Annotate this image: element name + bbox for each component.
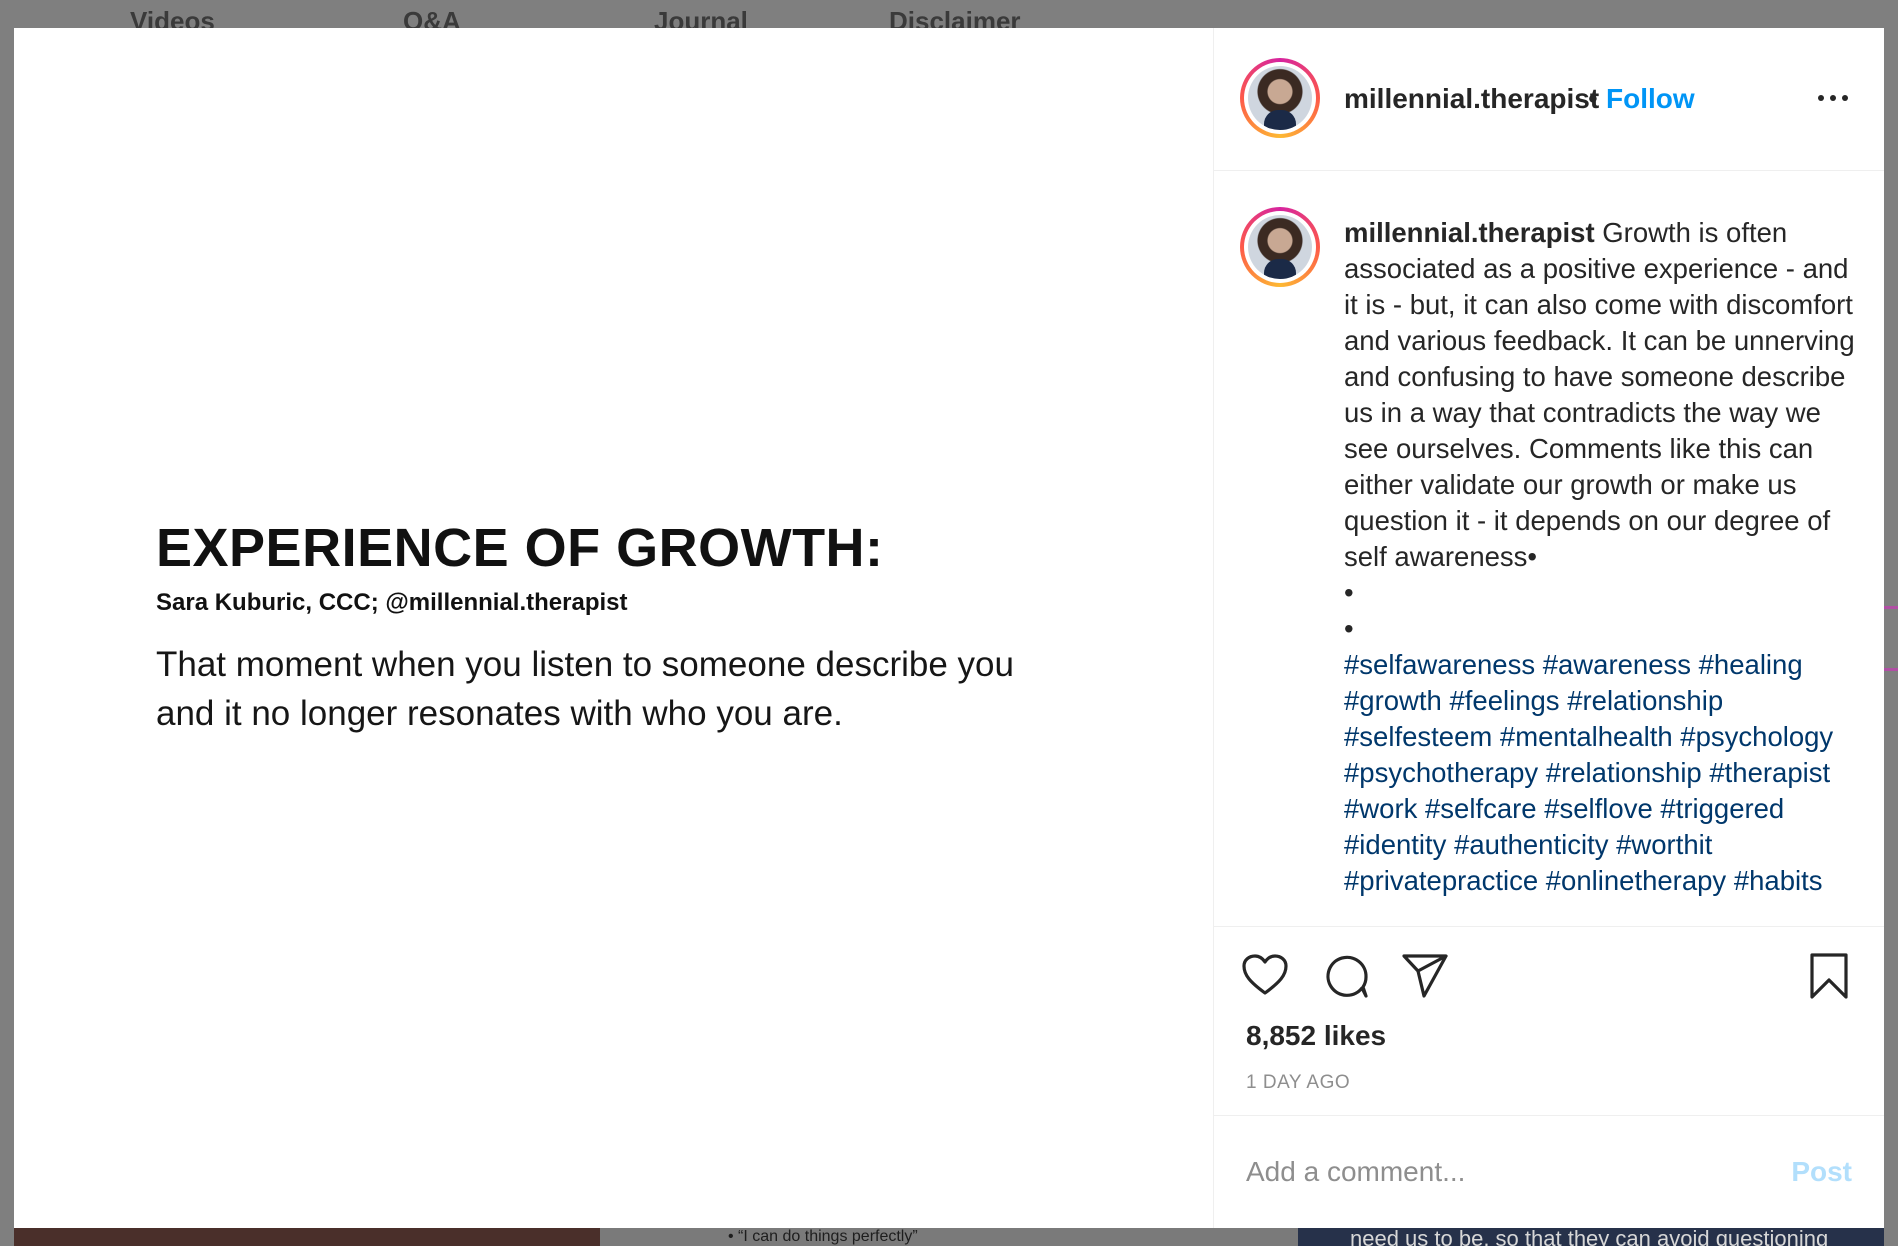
post-header: millennial.therapist • Follow bbox=[1214, 28, 1884, 171]
post-sidebar: millennial.therapist • Follow millennial… bbox=[1214, 28, 1884, 1228]
bg-bottom-panel-left bbox=[14, 1228, 600, 1246]
bg-accent-line bbox=[1884, 668, 1898, 671]
header-separator: • bbox=[1588, 83, 1598, 114]
post-timestamp[interactable]: 1 DAY AGO bbox=[1246, 1071, 1350, 1095]
bookmark-icon[interactable] bbox=[1804, 951, 1854, 1001]
more-horizontal-icon[interactable] bbox=[1816, 88, 1850, 108]
caption-avatar[interactable] bbox=[1240, 207, 1320, 287]
follow-button[interactable]: Follow bbox=[1606, 82, 1695, 116]
likes-count[interactable]: 8,852 likes bbox=[1246, 1019, 1386, 1053]
bg-bottom-panel-right: need us to be, so that they can avoid qu… bbox=[1298, 1228, 1884, 1246]
paper-plane-icon[interactable] bbox=[1400, 951, 1450, 1001]
caption: millennial.therapist Growth is often ass… bbox=[1344, 215, 1858, 899]
header-username[interactable]: millennial.therapist bbox=[1344, 82, 1599, 116]
slide-body: That moment when you listen to someone d… bbox=[156, 645, 1014, 733]
caption-bullet: • bbox=[1344, 577, 1354, 608]
caption-bullet: • bbox=[1344, 613, 1354, 644]
bg-bottom-right-text: need us to be, so that they can avoid qu… bbox=[1350, 1228, 1829, 1246]
post-image: EXPERIENCE OF GROWTH: Sara Kuburic, CCC;… bbox=[14, 28, 1214, 1228]
background-nav: Videos Q&A Journal Disclaimer bbox=[0, 0, 1898, 36]
caption-hashtags[interactable]: #selfawareness #awareness #healing #grow… bbox=[1344, 647, 1858, 899]
slide-title: EXPERIENCE OF GROWTH: bbox=[156, 518, 884, 578]
caption-text: Growth is often associated as a positive… bbox=[1344, 217, 1855, 572]
caption-section[interactable]: millennial.therapist Growth is often ass… bbox=[1214, 171, 1884, 927]
comment-form: Post bbox=[1214, 1116, 1884, 1228]
post-modal: EXPERIENCE OF GROWTH: Sara Kuburic, CCC;… bbox=[14, 28, 1884, 1228]
bg-bottom-middle-text: • “I can do things perfectly” bbox=[728, 1228, 918, 1245]
caption-username[interactable]: millennial.therapist bbox=[1344, 217, 1595, 248]
comment-icon[interactable] bbox=[1320, 951, 1370, 1001]
heart-icon[interactable] bbox=[1240, 951, 1290, 1001]
bg-accent-line bbox=[1884, 606, 1898, 609]
avatar[interactable] bbox=[1240, 58, 1320, 138]
comment-input[interactable] bbox=[1246, 1152, 1766, 1192]
slide-byline: Sara Kuburic, CCC; @millennial.therapist bbox=[156, 589, 628, 616]
action-bar: 8,852 likes 1 DAY AGO bbox=[1214, 927, 1884, 1116]
bg-bottom-panel-middle: • “I can do things perfectly” bbox=[600, 1228, 1298, 1246]
slide-content: EXPERIENCE OF GROWTH: Sara Kuburic, CCC;… bbox=[156, 516, 1056, 738]
post-comment-button[interactable]: Post bbox=[1791, 1152, 1852, 1192]
